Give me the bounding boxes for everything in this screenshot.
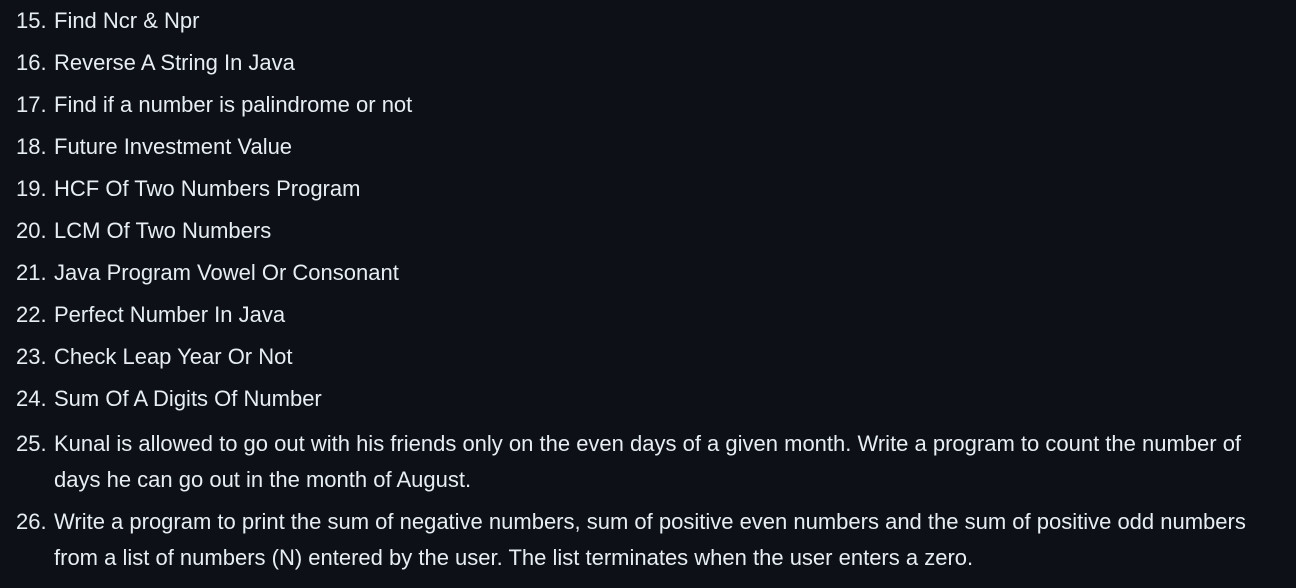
- list-item-text: Find Ncr & Npr: [54, 8, 200, 33]
- list-item-number: 26.: [16, 509, 47, 534]
- list-item-text: Kunal is allowed to go out with his frie…: [54, 431, 1242, 492]
- markdown-content: 15. Find Ncr & Npr 16. Reverse A String …: [0, 0, 1296, 588]
- list-item-text: Java Program Vowel Or Consonant: [54, 260, 399, 285]
- list-item-number: 19.: [16, 176, 47, 201]
- list-item: 15. Find Ncr & Npr: [16, 6, 1276, 36]
- list-item-text: LCM Of Two Numbers: [54, 218, 272, 243]
- list-item: 16. Reverse A String In Java: [16, 48, 1276, 78]
- list-item-text: Check Leap Year Or Not: [54, 344, 293, 369]
- list-item-text: Find if a number is palindrome or not: [54, 92, 413, 117]
- list-item-text: Perfect Number In Java: [54, 302, 286, 327]
- list-item-number: 22.: [16, 302, 47, 327]
- list-item-text: Reverse A String In Java: [54, 50, 295, 75]
- list-item-number: 18.: [16, 134, 47, 159]
- list-item-number: 15.: [16, 8, 47, 33]
- list-item-text: Future Investment Value: [54, 134, 293, 159]
- list-item: 24. Sum Of A Digits Of Number: [16, 384, 1276, 414]
- list-item: 17. Find if a number is palindrome or no…: [16, 90, 1276, 120]
- list-item: 23. Check Leap Year Or Not: [16, 342, 1276, 372]
- exercise-list: 15. Find Ncr & Npr 16. Reverse A String …: [16, 6, 1276, 582]
- list-item: 26. Write a program to print the sum of …: [16, 504, 1276, 576]
- list-item-text: HCF Of Two Numbers Program: [54, 176, 361, 201]
- list-item: 25. Kunal is allowed to go out with his …: [16, 426, 1276, 498]
- list-item-number: 23.: [16, 344, 47, 369]
- list-item-number: 17.: [16, 92, 47, 117]
- list-item: 22. Perfect Number In Java: [16, 300, 1276, 330]
- list-item-number: 16.: [16, 50, 47, 75]
- list-item-number: 20.: [16, 218, 47, 243]
- list-item-text: Write a program to print the sum of nega…: [54, 509, 1246, 570]
- list-item-number: 21.: [16, 260, 47, 285]
- list-item: 20. LCM Of Two Numbers: [16, 216, 1276, 246]
- list-item: 19. HCF Of Two Numbers Program: [16, 174, 1276, 204]
- list-item: 21. Java Program Vowel Or Consonant: [16, 258, 1276, 288]
- list-item: 18. Future Investment Value: [16, 132, 1276, 162]
- list-item-number: 25.: [16, 431, 47, 456]
- list-item-text: Sum Of A Digits Of Number: [54, 386, 322, 411]
- list-item-number: 24.: [16, 386, 47, 411]
